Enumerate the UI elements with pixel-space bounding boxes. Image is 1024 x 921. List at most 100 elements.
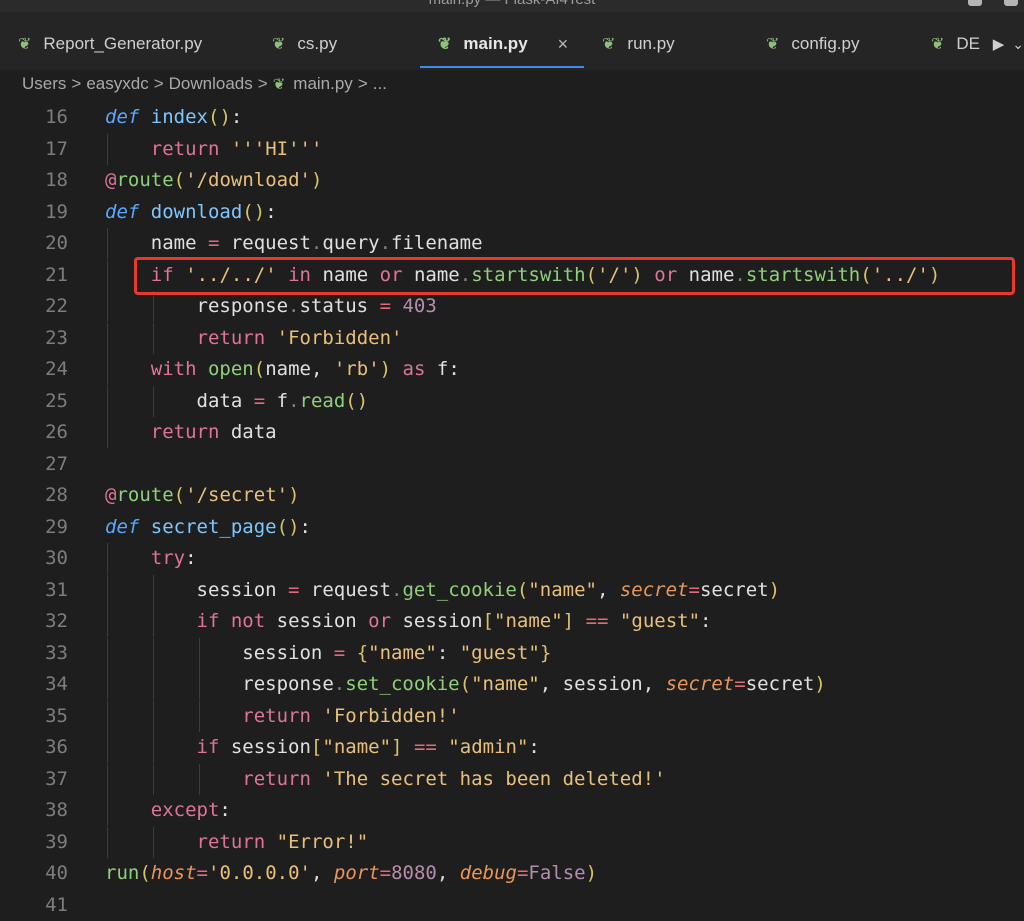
line-number: 35 bbox=[45, 704, 68, 727]
line-number: 39 bbox=[45, 830, 68, 853]
code-line[interactable]: 38 except: bbox=[0, 795, 1024, 826]
line-number: 27 bbox=[45, 452, 68, 475]
breadcrumb-separator: > bbox=[153, 74, 164, 93]
layout-icon[interactable] bbox=[1004, 0, 1018, 6]
breadcrumb-item-symbols[interactable]: ... bbox=[373, 74, 387, 94]
highlight-annotation-box bbox=[134, 257, 1015, 295]
code-line[interactable]: 39 return "Error!" bbox=[0, 826, 1024, 858]
window-title: main.py — Flask-AI4Test bbox=[0, 0, 1024, 8]
code-line[interactable]: 29 def secret_page(): bbox=[0, 512, 1024, 543]
code-text: def index(): bbox=[105, 106, 243, 128]
copilot-icon[interactable] bbox=[968, 0, 982, 6]
code-editor[interactable]: 16 def index(): 17 return '''HI''' 18 @route… bbox=[0, 100, 1024, 916]
tab-label: cs.py bbox=[297, 34, 338, 53]
run-icon[interactable]: ▶ bbox=[993, 35, 1005, 53]
code-text: response.status = 403 bbox=[105, 295, 437, 317]
code-line[interactable]: 36 if session["name"] == "admin": bbox=[0, 732, 1024, 763]
breadcrumb: Users > easyxdc > Downloads > ❦ main.py … bbox=[22, 72, 387, 96]
code-text: def secret_page(): bbox=[105, 515, 311, 538]
line-number: 36 bbox=[45, 736, 68, 758]
line-number: 37 bbox=[45, 767, 68, 790]
tab-de[interactable]: ❦ DE bbox=[931, 26, 980, 62]
code-line[interactable]: 26 return data bbox=[0, 417, 1024, 448]
tab-label: run.py bbox=[627, 34, 675, 53]
code-text: @route('/download') bbox=[105, 169, 323, 191]
code-line[interactable]: 16 def index(): bbox=[0, 102, 1024, 133]
code-line[interactable]: 28 @route('/secret') bbox=[0, 480, 1024, 511]
line-number: 24 bbox=[45, 358, 68, 380]
line-number: 40 bbox=[45, 862, 68, 884]
breadcrumb-item-file[interactable]: main.py bbox=[293, 74, 353, 94]
code-text: return 'Forbidden' bbox=[196, 326, 403, 349]
code-text: return '''HI''' bbox=[150, 137, 323, 160]
code-text: if session["name"] == "admin": bbox=[196, 736, 540, 758]
code-text: name = request.query.filename bbox=[105, 232, 483, 254]
tab-label: Report_Generator.py bbox=[43, 34, 203, 53]
code-line[interactable]: 33 session = {"name": "guest"} bbox=[0, 637, 1024, 669]
chevron-down-icon[interactable]: ⌄ bbox=[1012, 36, 1024, 53]
code-line[interactable]: 35 return 'Forbidden!' bbox=[0, 700, 1024, 732]
python-file-icon: ❦ bbox=[602, 36, 616, 53]
tab-actions: ▶ ⌄ bbox=[982, 26, 1024, 62]
line-number: 28 bbox=[45, 484, 68, 506]
tab-label: main.py bbox=[463, 34, 528, 53]
breadcrumb-separator: > bbox=[257, 74, 268, 93]
tab-report-generator[interactable]: ❦ Report_Generator.py bbox=[18, 26, 202, 62]
code-text: return data bbox=[150, 421, 277, 443]
breadcrumb-item-easyxdc[interactable]: easyxdc bbox=[86, 74, 148, 94]
code-line[interactable]: 19 def download(): bbox=[0, 197, 1024, 228]
code-line[interactable]: 22 response.status = 403 bbox=[0, 291, 1024, 322]
editor-tab-bar: ❦ Report_Generator.py ❦ cs.py ❦ main.py … bbox=[0, 12, 1024, 70]
code-text: def download(): bbox=[105, 200, 277, 223]
code-line[interactable]: 34 response.set_cookie("name", session, … bbox=[0, 669, 1024, 700]
code-line[interactable]: 40 run(host='0.0.0.0', port=8080, debug=F… bbox=[0, 858, 1024, 889]
code-text: data = f.read() bbox=[105, 389, 369, 412]
code-text: if not session or session["name"] == "gu… bbox=[196, 610, 712, 632]
code-line[interactable]: 32 if not session or session["name"] == … bbox=[0, 606, 1024, 637]
breadcrumb-item-downloads[interactable]: Downloads bbox=[169, 74, 253, 94]
code-line[interactable]: 25 data = f.read() bbox=[0, 385, 1024, 417]
line-number: 33 bbox=[45, 641, 68, 664]
code-text: run(host='0.0.0.0', port=8080, debug=Fal… bbox=[105, 862, 598, 884]
code-line[interactable]: 37 return 'The secret has been deleted!' bbox=[0, 763, 1024, 795]
python-file-icon: ❦ bbox=[766, 36, 780, 53]
line-number: 20 bbox=[45, 232, 68, 254]
code-text: return 'The secret has been deleted!' bbox=[242, 767, 666, 790]
code-text: session = request.get_cookie("name", sec… bbox=[105, 578, 781, 601]
line-number: 22 bbox=[45, 295, 68, 317]
line-number: 26 bbox=[45, 421, 68, 443]
line-number: 21 bbox=[45, 263, 68, 286]
python-file-icon: ❦ bbox=[18, 36, 32, 53]
code-line[interactable]: 30 try: bbox=[0, 543, 1024, 574]
active-tab-indicator bbox=[420, 66, 584, 68]
code-text: except: bbox=[150, 799, 231, 821]
python-file-icon: ❦ bbox=[272, 36, 286, 53]
tab-main[interactable]: ❦ main.py × bbox=[438, 26, 568, 62]
breadcrumb-item-users[interactable]: Users bbox=[22, 74, 66, 94]
line-number: 18 bbox=[45, 169, 68, 191]
code-line[interactable]: 41 bbox=[0, 890, 1024, 921]
code-line[interactable]: 17 return '''HI''' bbox=[0, 133, 1024, 165]
line-number: 38 bbox=[45, 799, 68, 821]
tab-run[interactable]: ❦ run.py bbox=[602, 26, 675, 62]
window-titlebar: main.py — Flask-AI4Test bbox=[0, 0, 1024, 12]
code-text: try: bbox=[150, 547, 197, 569]
tab-cs[interactable]: ❦ cs.py bbox=[272, 26, 337, 62]
code-text: with open(name, 'rb') as f: bbox=[150, 358, 460, 380]
line-number: 30 bbox=[45, 547, 68, 569]
code-line[interactable]: 18 @route('/download') bbox=[0, 165, 1024, 196]
tab-config[interactable]: ❦ config.py bbox=[766, 26, 859, 62]
code-line[interactable]: 23 return 'Forbidden' bbox=[0, 322, 1024, 354]
python-file-icon: ❦ bbox=[272, 76, 286, 93]
python-file-icon: ❦ bbox=[438, 36, 452, 53]
code-line[interactable]: 31 session = request.get_cookie("name", … bbox=[0, 574, 1024, 606]
code-line[interactable]: 24 with open(name, 'rb') as f: bbox=[0, 354, 1024, 385]
code-text: response.set_cookie("name", session, sec… bbox=[105, 673, 826, 695]
code-text: session = {"name": "guest"} bbox=[105, 641, 552, 664]
line-number: 32 bbox=[45, 610, 68, 632]
close-tab-icon[interactable]: × bbox=[558, 34, 569, 55]
line-number: 41 bbox=[45, 893, 68, 916]
code-line[interactable]: 20 name = request.query.filename bbox=[0, 228, 1024, 259]
line-number: 16 bbox=[45, 106, 68, 128]
code-line[interactable]: 27 bbox=[0, 449, 1024, 480]
